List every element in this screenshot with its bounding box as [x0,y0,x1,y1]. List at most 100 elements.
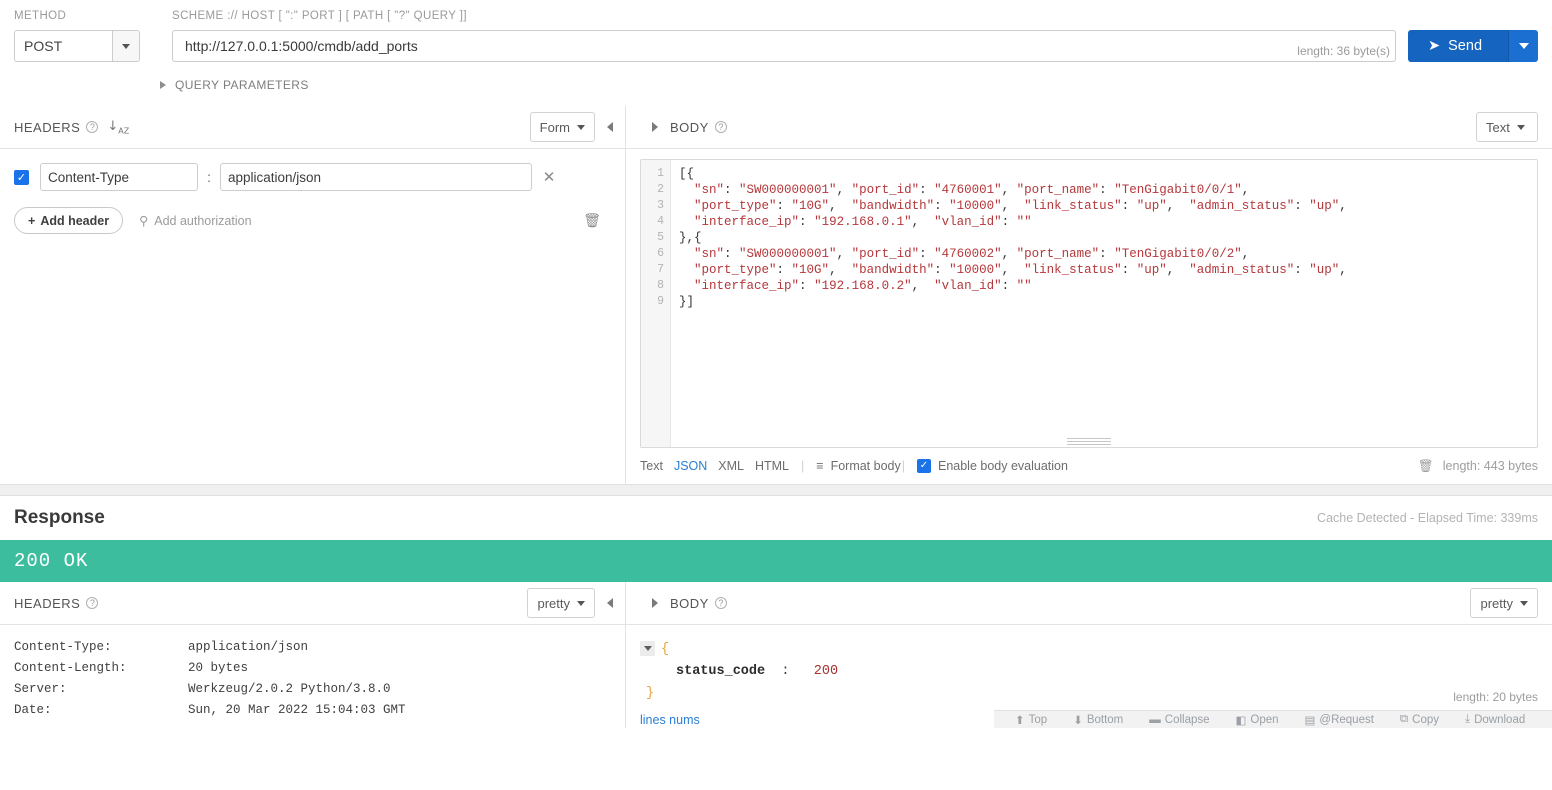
response-header-key: Content-Length: [14,661,127,675]
line-number: 7 [657,263,664,276]
request-headers-body: Content-Type : application/json ✕ + Add … [0,149,625,234]
chevron-down-icon [1516,124,1525,130]
toolbar-copy-button[interactable]: ⧉ Copy [1387,713,1452,726]
header-value-input[interactable]: application/json [220,163,532,191]
chevron-down-icon [122,43,130,49]
add-header-button[interactable]: + Add header [14,207,124,234]
response-status-text: 200 OK [14,550,89,572]
format-html[interactable]: HTML [755,459,789,473]
line-number: 5 [657,231,664,244]
toolbar-top-button[interactable]: ⬆ Top [1002,713,1060,727]
toolbar-bottom-button[interactable]: ⬇ Bottom [1060,713,1136,727]
resize-grip[interactable] [1067,436,1111,445]
divider: | [901,459,905,473]
response-headers-mode-select[interactable]: pretty [527,588,595,618]
format-text[interactable]: Text [640,459,663,473]
toolbar-collapse-button[interactable]: ▬ Collapse [1136,714,1222,726]
help-icon[interactable]: ? [86,121,99,133]
toolbar-request-button[interactable]: ▤ @Request [1292,713,1387,727]
request-body-length: length: 443 bytes [1442,459,1538,473]
toolbar-icon: ◧ [1235,714,1247,727]
toolbar-open-button[interactable]: ◧ Open [1223,713,1292,727]
response-headers-header: HEADERS ? pretty [0,582,625,624]
header-actions: + Add header ⚲ Add authorization 🗑 [14,207,611,234]
header-enabled-checkbox[interactable] [14,169,29,185]
toolbar-icon: ▤ [1304,714,1316,727]
response-status-bar: 200 OK [0,540,1552,582]
query-parameters-row: QUERY PARAMETERS [0,62,1552,106]
collapse-left-button[interactable] [595,110,625,144]
header-key-input[interactable]: Content-Type [40,163,198,191]
format-json[interactable]: JSON [674,459,707,473]
toolbar-label: Bottom [1086,713,1124,726]
format-xml[interactable]: XML [718,459,744,473]
help-icon[interactable]: ? [714,121,727,133]
code-line: "interface_ip": "192.168.0.1", "vlan_id"… [694,215,1032,229]
add-authorization-button[interactable]: ⚲ Add authorization [139,213,252,229]
response-headers-panel: HEADERS ? pretty Content-Type: applicatio… [0,582,626,728]
help-icon[interactable]: ? [714,597,727,609]
response-title: Response [14,507,105,528]
headers-mode-select[interactable]: Form [529,112,595,142]
toolbar-label: Copy [1412,713,1439,726]
request-body-editor[interactable]: 1 2 3 4 5 6 7 8 9 [{ "sn": "SW000000001", "port_… [640,159,1538,448]
expand-right-button[interactable] [640,586,670,620]
response-header-key: Server: [14,682,67,696]
chevron-down-icon [1520,600,1528,606]
help-icon[interactable]: ? [86,597,99,609]
response-headers-table: Content-Type: application/json Content-Len… [0,625,625,721]
http-client-app: METHOD POST SCHEME :// HOST [ ":" PORT ]… [0,0,1552,790]
url-input[interactable]: http://127.0.0.1:5000/cmdb/add_ports [172,30,1396,62]
chevron-down-icon [577,124,585,130]
headers-mode-label: Form [539,119,570,135]
sort-az-icon[interactable]: ↓AZ [107,119,129,136]
response-body-title: BODY [670,595,709,611]
add-authorization-label: Add authorization [154,213,252,228]
url-column: SCHEME :// HOST [ ":" PORT ] [ PATH [ "?… [140,8,1396,62]
query-parameters-toggle[interactable]: QUERY PARAMETERS [160,78,309,92]
enable-body-evaluation-checkbox[interactable] [916,459,931,473]
response-body-toolbar: ⬆ Top ⬇ Bottom ▬ Collapse ◧ Open ▤ @Request ⧉ Copy ⤓… [994,710,1552,728]
method-select[interactable]: POST [14,30,140,62]
delete-all-headers-icon[interactable]: 🗑 [583,213,611,229]
field-key: status_code [676,664,766,679]
request-body-title: BODY [670,119,709,135]
collapse-toggle-icon[interactable] [640,640,655,656]
toolbar-label: Top [1028,713,1048,726]
send-column: ➤ Send [1396,8,1538,62]
method-column: METHOD POST [14,8,140,62]
add-header-label: Add header [40,213,110,228]
line-number: 6 [657,247,664,260]
method-dropdown-arrow[interactable] [112,31,139,61]
field-colon: : [781,664,790,679]
response-header-row: Date: Sun, 20 Mar 2022 15:04:03 GMT [14,700,611,721]
collapse-left-button[interactable] [595,586,625,620]
request-body-panel: BODY ? Text 1 2 3 4 5 6 7 8 9 [{ "sn": "SW000000… [626,106,1552,484]
send-options-button[interactable] [1508,30,1538,62]
code-line: "sn": "SW000000001", "port_id": "4760002… [694,247,1250,261]
request-body-code[interactable]: [{ "sn": "SW000000001", "port_id": "4760… [671,160,1537,447]
toolbar-download-button[interactable]: ⤓ Download [1452,713,1538,726]
toolbar-icon: ▬ [1149,713,1161,726]
request-headers-title: HEADERS [14,119,81,135]
remove-header-icon[interactable]: ✕ [532,168,566,186]
code-line: }] [679,295,695,309]
body-mode-select[interactable]: Text [1476,112,1538,142]
clear-body-icon[interactable]: 🗑 [1418,459,1434,474]
enable-body-evaluation-label: Enable body evaluation [937,459,1068,473]
response-body-mode-select[interactable]: pretty [1470,588,1538,618]
chevron-down-icon [577,600,585,606]
toolbar-icon: ⤓ [1465,713,1471,725]
format-body-button[interactable]: ≡ Format body [816,459,900,473]
tree-root-line: { [640,639,1552,661]
chevron-down-icon [1518,43,1529,49]
section-separator [0,484,1552,496]
request-toolbar: METHOD POST SCHEME :// HOST [ ":" PORT ]… [0,0,1552,62]
send-button[interactable]: ➤ Send [1408,30,1508,62]
response-header-value: Werkzeug/2.0.2 Python/3.8.0 [188,682,391,696]
response-header-row: Content-Type: application/json [14,637,611,658]
toolbar-label: Download [1474,713,1526,726]
close-brace: } [646,686,655,701]
code-line: "sn": "SW000000001", "port_id": "4760001… [694,183,1250,197]
expand-right-button[interactable] [640,110,670,144]
